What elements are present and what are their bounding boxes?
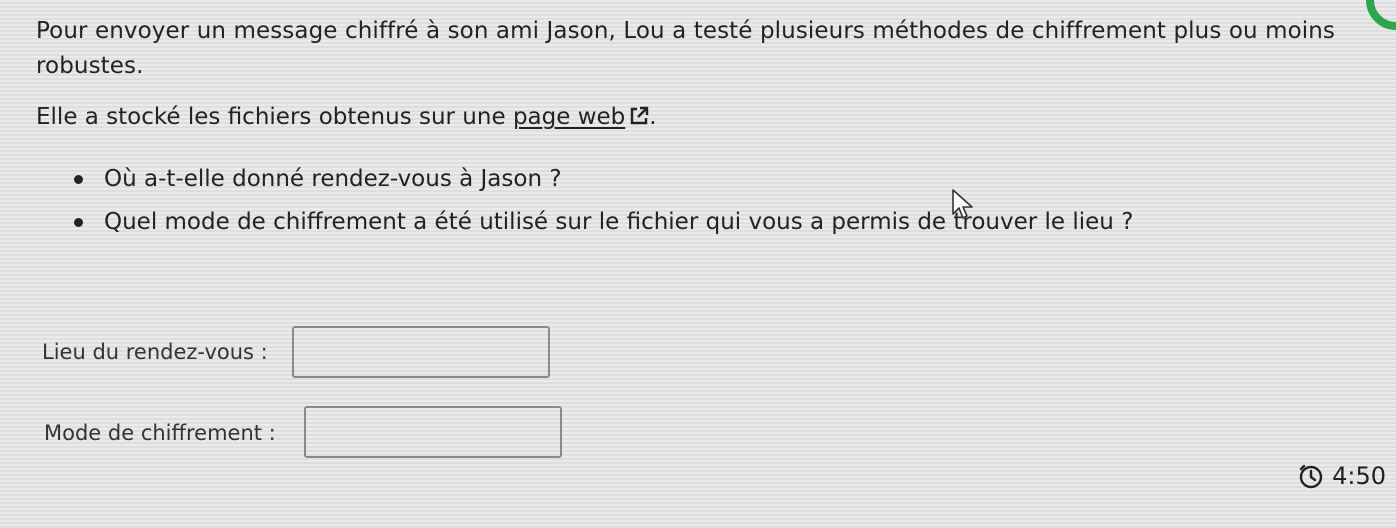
external-link-icon — [631, 106, 649, 125]
progress-indicator-icon — [1366, 0, 1396, 30]
timer-icon — [1299, 464, 1323, 489]
cipher-mode-input[interactable] — [304, 406, 562, 458]
timer-value: 4:50 — [1332, 462, 1386, 490]
web-page-link[interactable]: page web — [513, 104, 649, 130]
web-page-link-label: page web — [512, 104, 626, 130]
question-item: Quel mode de chiffrement a été utilisé s… — [74, 204, 1356, 240]
exercise-content: Pour envoyer un message chiffré à son am… — [36, 14, 1356, 247]
files-paragraph-suffix: . — [649, 104, 657, 130]
meeting-place-label: Lieu du rendez-vous : — [42, 340, 268, 364]
meeting-place-input[interactable] — [292, 326, 550, 378]
files-paragraph-prefix: Elle a stocké les fichiers obtenus sur u… — [36, 104, 513, 130]
files-paragraph: Elle a stocké les fichiers obtenus sur u… — [36, 100, 1356, 135]
mouse-cursor-icon — [952, 189, 973, 219]
intro-paragraph: Pour envoyer un message chiffré à son am… — [36, 18, 1336, 79]
question-item: Où a-t-elle donné rendez-vous à Jason ? — [74, 161, 1356, 197]
cipher-mode-label: Mode de chiffrement : — [44, 421, 276, 445]
question-list: Où a-t-elle donné rendez-vous à Jason ? … — [36, 161, 1356, 240]
timer: 4:50 — [1298, 462, 1386, 490]
